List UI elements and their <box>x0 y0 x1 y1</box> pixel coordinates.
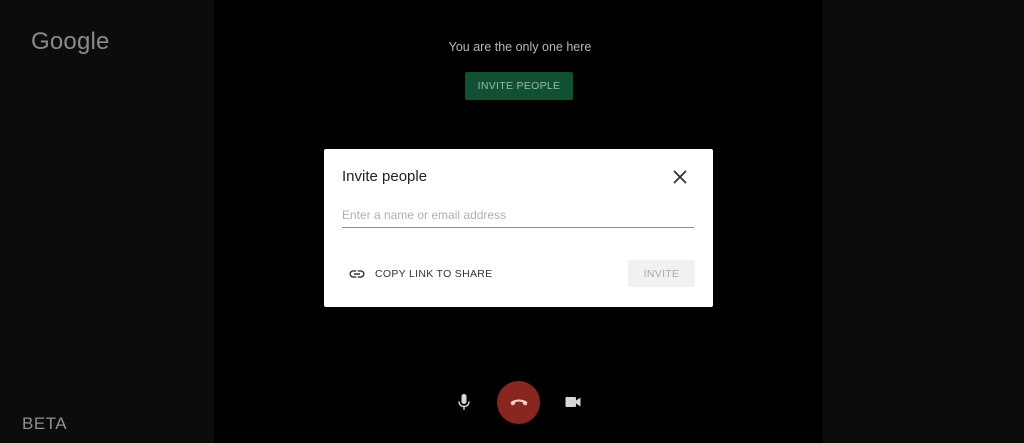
hangup-button[interactable] <box>497 381 540 424</box>
close-icon[interactable] <box>671 168 689 186</box>
dialog-title: Invite people <box>342 168 428 185</box>
microphone-icon[interactable] <box>456 393 472 411</box>
phone-hangup-icon <box>510 399 527 405</box>
link-icon <box>349 270 365 278</box>
invite-people-button[interactable]: INVITE PEOPLE <box>465 72 573 100</box>
meeting-screen: Google BETA You are the only one here IN… <box>0 0 1024 443</box>
beta-label: BETA <box>22 414 68 433</box>
copy-link-button[interactable]: COPY LINK TO SHARE <box>348 262 492 286</box>
invite-button[interactable]: INVITE <box>628 260 695 287</box>
video-camera-icon[interactable] <box>565 396 581 408</box>
invite-dialog: Invite people COPY LINK TO SHARE INVITE <box>324 149 713 307</box>
email-field[interactable] <box>342 205 694 228</box>
copy-link-label: COPY LINK TO SHARE <box>375 268 493 280</box>
meeting-status-text: You are the only one here <box>448 40 592 54</box>
